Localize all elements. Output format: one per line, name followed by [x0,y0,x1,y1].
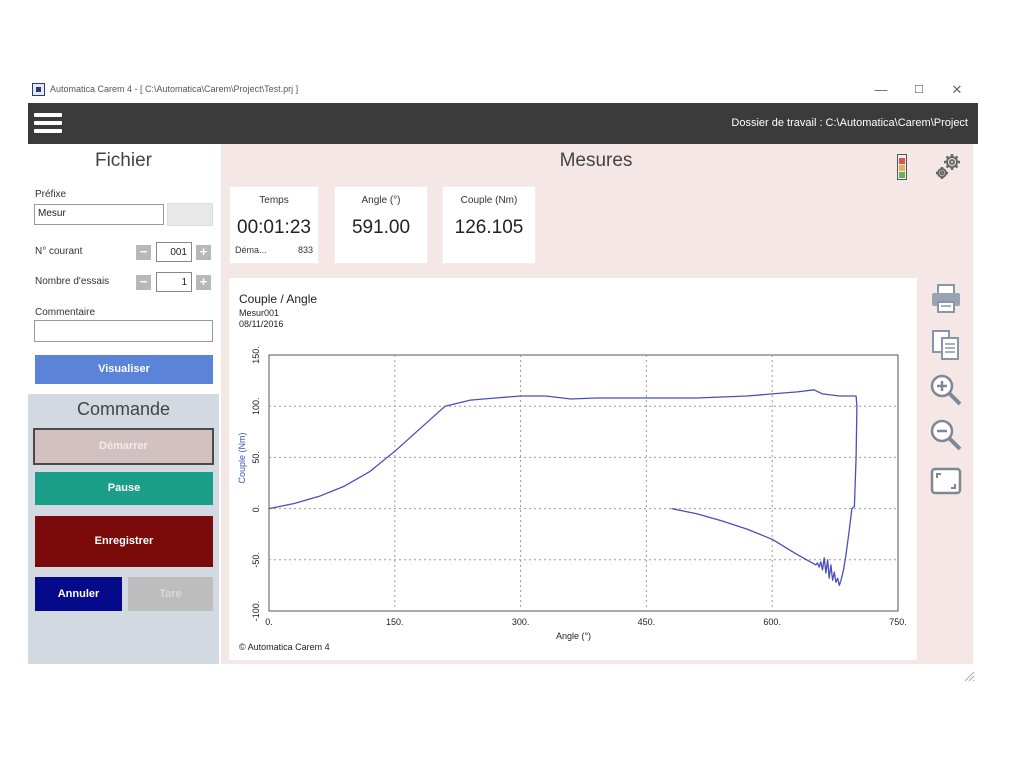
prefixe-input[interactable]: Mesur [34,204,164,225]
printer-icon[interactable] [929,282,963,316]
nombre-essais-increment-button[interactable]: + [196,275,211,290]
couple-value: 126.105 [454,217,524,238]
commande-section: Commande Démarrer Pause Enregistrer Annu… [28,394,219,664]
prefixe-save-button[interactable] [167,203,213,226]
y-tick-label: 0. [251,505,261,513]
n-courant-field[interactable]: 001 [156,242,192,262]
chart-panel: 0. 150. 300. 450. 600. 750. -100. -50. 0. 50. 100.… [229,278,917,660]
app-logo-icon [32,83,45,96]
title-bar: Automatica Carem 4 - [ C:\Automatica\Car… [28,78,978,102]
maximize-button[interactable]: ☐ [902,80,936,100]
close-button[interactable]: ✕ [940,80,974,100]
hamburger-icon[interactable] [32,110,64,136]
tare-button[interactable]: Tare [128,577,213,611]
mesures-title: Mesures [559,150,633,171]
left-panel: Fichier Préfixe Mesur N° courant − 001 +… [28,144,219,664]
couple-card: Couple (Nm) 126.105 [442,186,536,264]
n-courant-decrement-button[interactable]: − [136,245,151,260]
y-tick-label: 100. [251,397,261,415]
temps-sub-label: Déma... [235,245,267,255]
nombre-essais-decrement-button[interactable]: − [136,275,151,290]
fichier-title: Fichier [94,150,152,171]
zoom-in-icon[interactable] [929,373,963,407]
working-folder-label: Dossier de travail : C:\Automatica\Carem… [731,117,968,129]
commentaire-label: Commentaire [35,307,96,318]
chart-toolbar [923,278,969,518]
y-axis-label: Couple (Nm) [237,432,247,483]
resize-grip-icon[interactable] [963,670,975,682]
battery-icon [897,154,907,180]
y-tick-label: -100. [251,601,261,622]
fit-screen-icon[interactable] [929,464,963,498]
x-tick-label: 600. [763,617,781,627]
fichier-section: Fichier Préfixe Mesur N° courant − 001 +… [28,144,219,394]
app-window: Automatica Carem 4 - [ C:\Automatica\Car… [28,78,978,682]
n-courant-increment-button[interactable]: + [196,245,211,260]
gear-icon[interactable] [933,152,963,182]
n-courant-label: N° courant [35,246,83,257]
temps-label: Temps [259,195,289,206]
zoom-out-icon[interactable] [929,418,963,452]
mesures-panel: Mesures Temps 00:01:23 Déma... 833 Angle… [221,144,973,664]
nombre-essais-label: Nombre d'essais [35,276,110,287]
y-tick-label: 50. [251,451,261,464]
visualiser-button[interactable]: Visualiser [35,355,213,384]
commentaire-input[interactable] [34,320,213,342]
plot-area [268,354,899,612]
temps-card: Temps 00:01:23 Déma... 833 [229,186,319,264]
chart-subtitle-measure: Mesur001 [239,308,280,318]
temps-sub-value: 833 [297,245,313,255]
chart-title: Couple / Angle [239,292,318,306]
x-axis-label: Angle (°) [556,631,591,641]
angle-value: 591.00 [351,217,411,238]
top-bar: Dossier de travail : C:\Automatica\Carem… [28,103,978,144]
couple-label: Couple (Nm) [460,195,518,206]
enregistrer-button[interactable]: Enregistrer [35,516,213,567]
pause-button[interactable]: Pause [35,472,213,505]
angle-label: Angle (°) [361,195,401,206]
prefixe-label: Préfixe [35,189,67,200]
demarrer-button[interactable]: Démarrer [33,428,214,465]
y-tick-label: 150. [251,346,261,364]
x-tick-label: 450. [638,617,656,627]
chart-footer: © Automatica Carem 4 [239,642,330,652]
window-title: Automatica Carem 4 - [ C:\Automatica\Car… [50,84,299,94]
x-tick-label: 300. [512,617,530,627]
x-tick-label: 150. [386,617,404,627]
x-tick-label: 0. [265,617,273,627]
y-tick-label: -50. [251,552,261,568]
annuler-button[interactable]: Annuler [35,577,122,611]
temps-value: 00:01:23 [237,217,311,238]
minimize-button[interactable]: — [864,80,898,100]
chart-subtitle-date: 08/11/2016 [239,319,284,329]
angle-card: Angle (°) 591.00 [334,186,428,264]
couple-angle-chart: 0. 150. 300. 450. 600. 750. -100. -50. 0. 50. 100.… [237,346,907,641]
copy-icon[interactable] [929,328,963,362]
x-tick-label: 750. [889,617,907,627]
nombre-essais-field[interactable]: 1 [156,272,192,292]
commande-title: Commande [76,399,171,419]
